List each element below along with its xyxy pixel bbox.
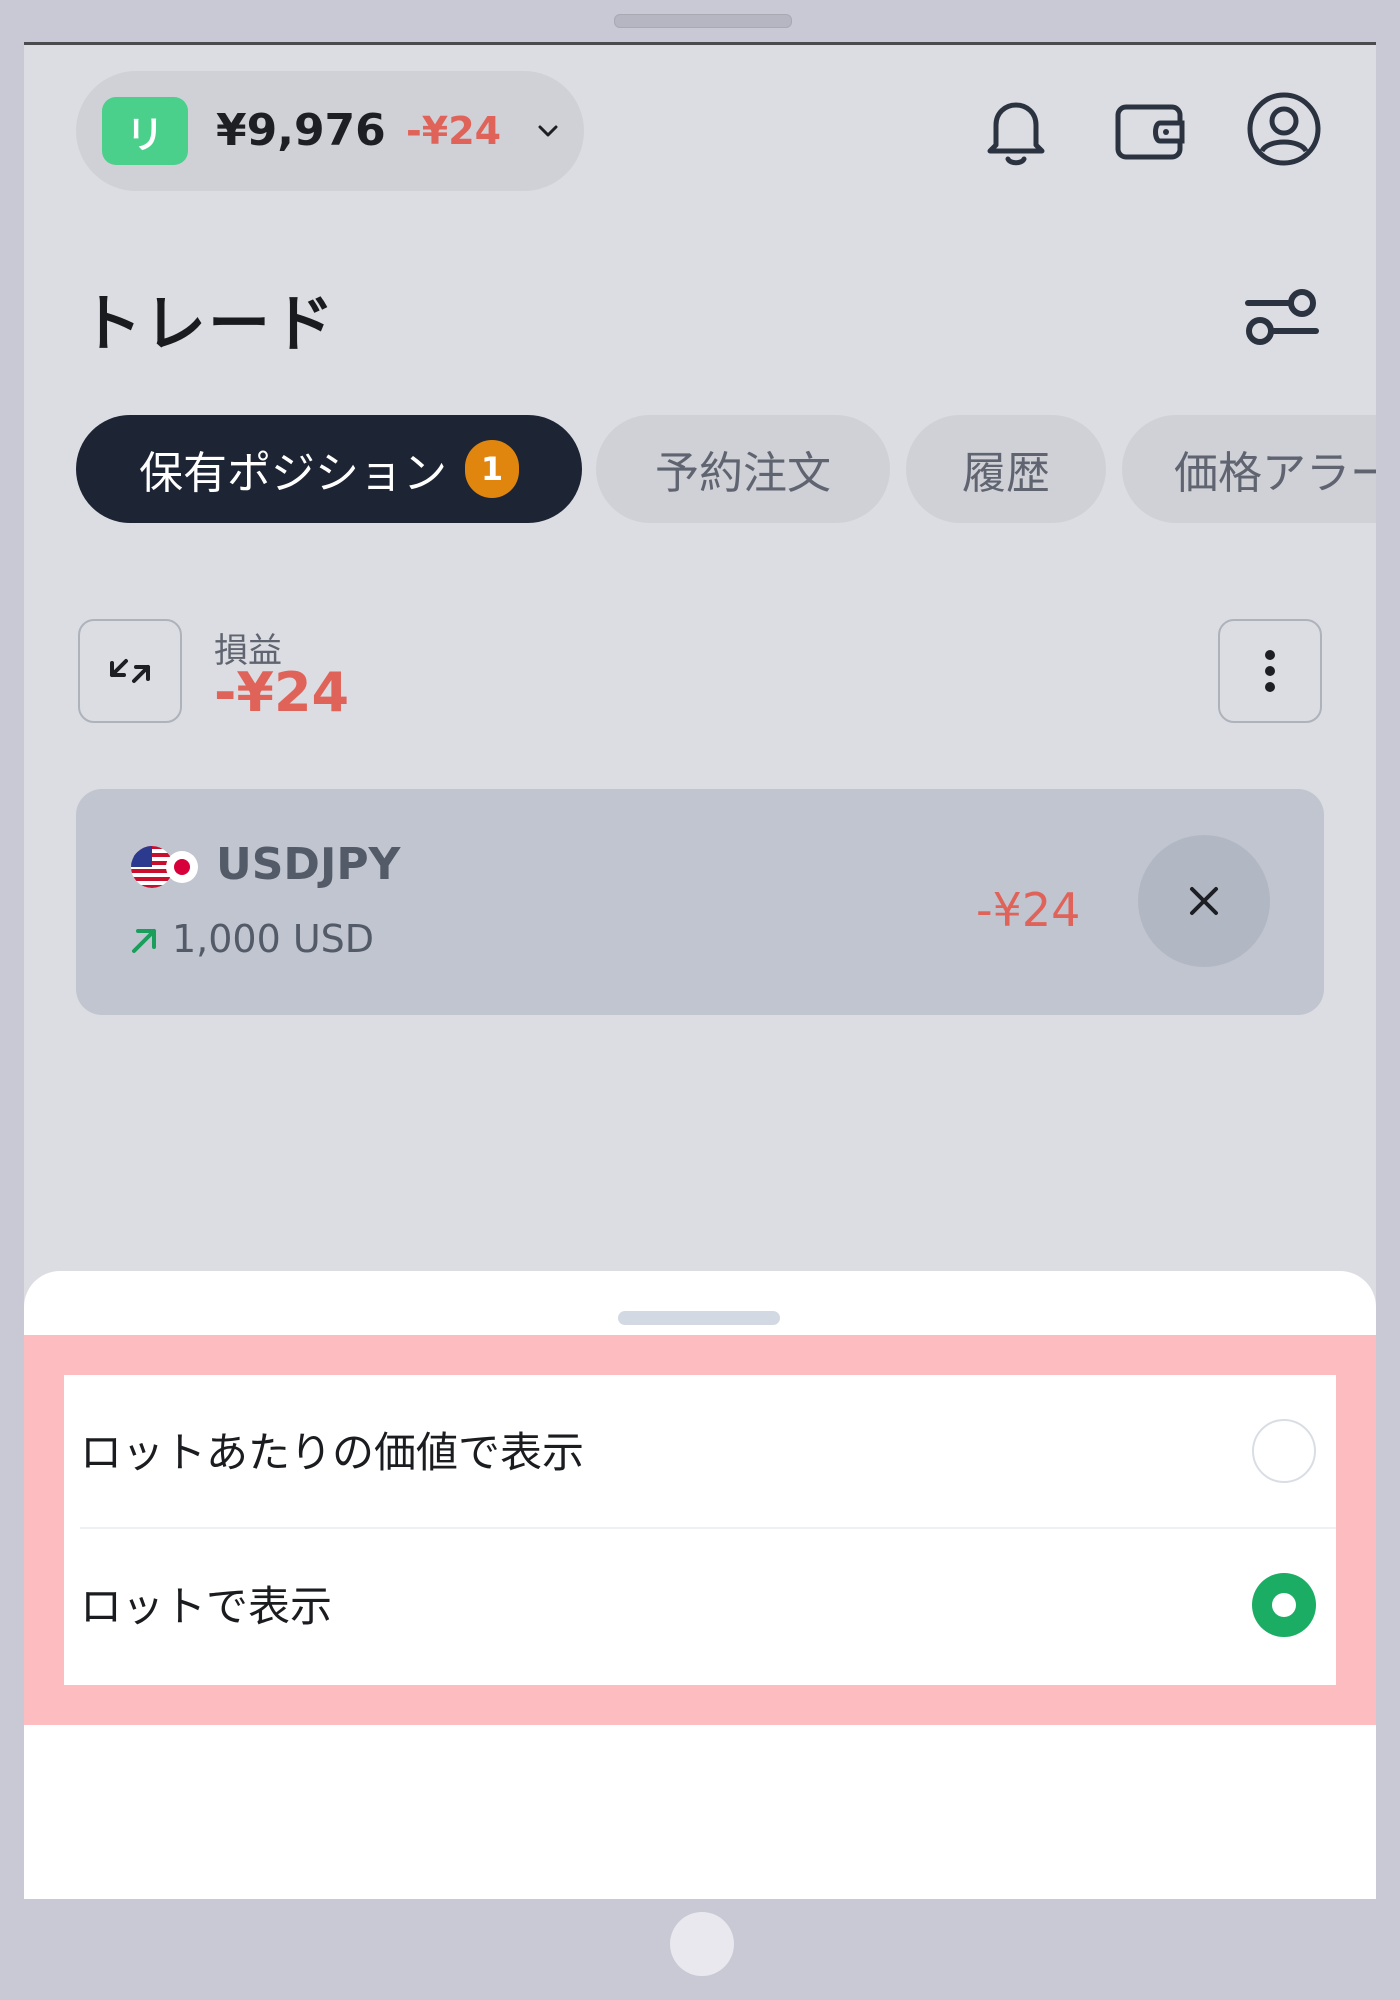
display-mode-sheet: ロットあたりの価値で表示 ロットで表示 [24, 1271, 1376, 1899]
device-frame: リ ¥9,976 -¥24 トレード 保有ポジション 1 予約注文 履歴 価格ア… [0, 0, 1400, 2000]
tab-history[interactable]: 履歴 [906, 415, 1106, 523]
chevron-down-icon [538, 125, 558, 137]
account-balance: ¥9,976 [216, 105, 386, 156]
option-label: ロットで表示 [80, 1582, 333, 1631]
kebab-menu-icon [1265, 650, 1275, 692]
sheet-grabber[interactable] [618, 1311, 780, 1325]
tab-pending-orders[interactable]: 予約注文 [596, 415, 890, 523]
app-screen: リ ¥9,976 -¥24 トレード 保有ポジション 1 予約注文 履歴 価格ア… [24, 42, 1376, 1899]
position-card[interactable]: USDJPY 1,000 USD -¥24 [76, 789, 1324, 1015]
swap-arrows-icon [110, 659, 150, 683]
radio-button-selected[interactable] [1252, 1573, 1316, 1637]
display-options-list: ロットあたりの価値で表示 ロットで表示 [64, 1375, 1336, 1685]
wallet-icon[interactable] [1110, 89, 1190, 169]
home-button[interactable] [670, 1912, 734, 1976]
position-size: 1,000 USD [172, 917, 375, 961]
tab-positions[interactable]: 保有ポジション 1 [76, 415, 582, 523]
account-balance-selector[interactable]: リ ¥9,976 -¥24 [76, 71, 584, 191]
tab-label: 予約注文 [655, 448, 831, 499]
close-icon [1190, 887, 1218, 915]
close-position-button[interactable] [1138, 835, 1270, 967]
positions-count-badge: 1 [465, 440, 519, 498]
pl-total: -¥24 [214, 661, 350, 724]
sliders-icon[interactable] [1244, 285, 1320, 347]
tab-label: 価格アラート [1174, 448, 1376, 499]
radio-button[interactable] [1252, 1419, 1316, 1483]
option-value-per-lot[interactable]: ロットあたりの価値で表示 [64, 1375, 1336, 1529]
tab-label: 保有ポジション [139, 448, 447, 499]
user-icon[interactable] [1244, 89, 1324, 169]
bell-icon[interactable] [976, 89, 1056, 169]
arrow-up-right-icon [132, 929, 156, 953]
toggle-display-button[interactable] [78, 619, 182, 723]
more-options-button[interactable] [1218, 619, 1322, 723]
page-title: トレード [80, 287, 337, 360]
device-speaker [614, 14, 792, 28]
position-pl: -¥24 [976, 883, 1081, 937]
option-lots[interactable]: ロットで表示 [64, 1529, 1336, 1683]
balance-change: -¥24 [406, 109, 502, 153]
position-symbol: USDJPY [216, 839, 401, 890]
tab-price-alerts[interactable]: 価格アラート [1122, 415, 1376, 523]
option-label: ロットあたりの価値で表示 [80, 1428, 585, 1477]
usdjpy-flags-icon [131, 846, 198, 888]
tab-label: 履歴 [962, 448, 1050, 499]
account-badge: リ [102, 97, 188, 165]
